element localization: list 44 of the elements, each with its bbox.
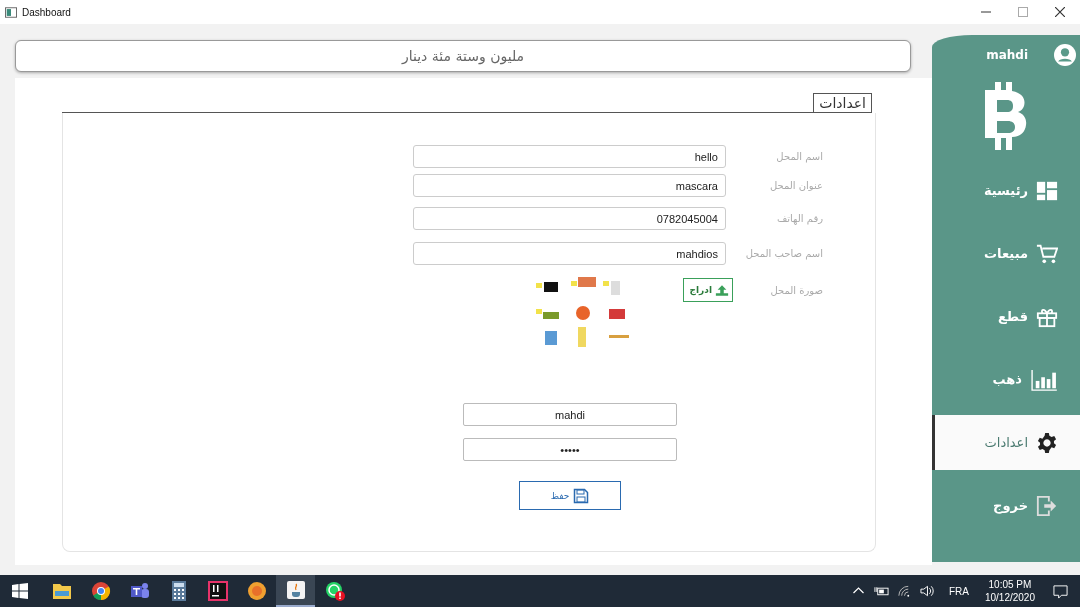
taskbar-app[interactable] xyxy=(276,575,315,607)
input-field[interactable]: mascara xyxy=(413,174,726,197)
nav-item[interactable]: اعدادات xyxy=(932,415,1080,470)
chat-icon xyxy=(324,581,345,601)
volume-icon[interactable] xyxy=(919,585,935,597)
app-icon xyxy=(5,6,17,18)
input-field[interactable]: mahdios xyxy=(413,242,726,265)
password-field[interactable]: ••••• xyxy=(463,438,677,461)
window-title: Dashboard xyxy=(22,6,71,18)
folder-icon xyxy=(51,581,72,601)
user-name: mahdi xyxy=(986,48,1028,62)
field-label: اسم صاحب المحل xyxy=(744,248,823,259)
field-label: عنوان المحل xyxy=(768,180,823,191)
upload-icon xyxy=(715,283,729,297)
clock-time[interactable]: 10:05 PM xyxy=(988,578,1032,591)
username-field[interactable]: mahdi xyxy=(463,403,677,426)
bar-chart-icon xyxy=(1030,368,1058,391)
save-button[interactable]: حفظ xyxy=(519,481,621,510)
cart-icon xyxy=(1036,242,1058,265)
exit-icon xyxy=(1036,494,1058,517)
browser-icon xyxy=(90,581,111,601)
teams-icon xyxy=(129,581,150,601)
battery-icon[interactable] xyxy=(873,585,889,597)
user-icon[interactable] xyxy=(1054,44,1076,66)
ide-icon xyxy=(207,581,228,601)
field-label: رقم الهاتف xyxy=(775,213,823,224)
start-icon[interactable] xyxy=(12,583,28,599)
close-icon[interactable] xyxy=(1055,7,1065,17)
ring-app-icon xyxy=(246,581,267,601)
clock-date[interactable]: 10/12/2020 xyxy=(984,591,1035,604)
settings-icon xyxy=(1036,431,1058,454)
java-icon xyxy=(285,580,306,600)
upload-button[interactable]: ادراج xyxy=(683,278,733,302)
notification-icon[interactable] xyxy=(1053,583,1068,599)
wifi-icon[interactable] xyxy=(896,585,912,597)
field-label: اسم المحل xyxy=(775,151,823,162)
dashboard-icon xyxy=(1036,179,1058,202)
language-indicator[interactable]: FRA xyxy=(948,585,969,597)
field-label: صورة المحل xyxy=(769,285,823,296)
balance-text: مليون وستة مئة دينار xyxy=(401,48,525,64)
input-field[interactable]: hello xyxy=(413,145,726,168)
save-icon xyxy=(573,487,590,504)
input-field[interactable]: 0782045004 xyxy=(413,207,726,230)
settings-legend: اعدادات xyxy=(813,93,872,112)
